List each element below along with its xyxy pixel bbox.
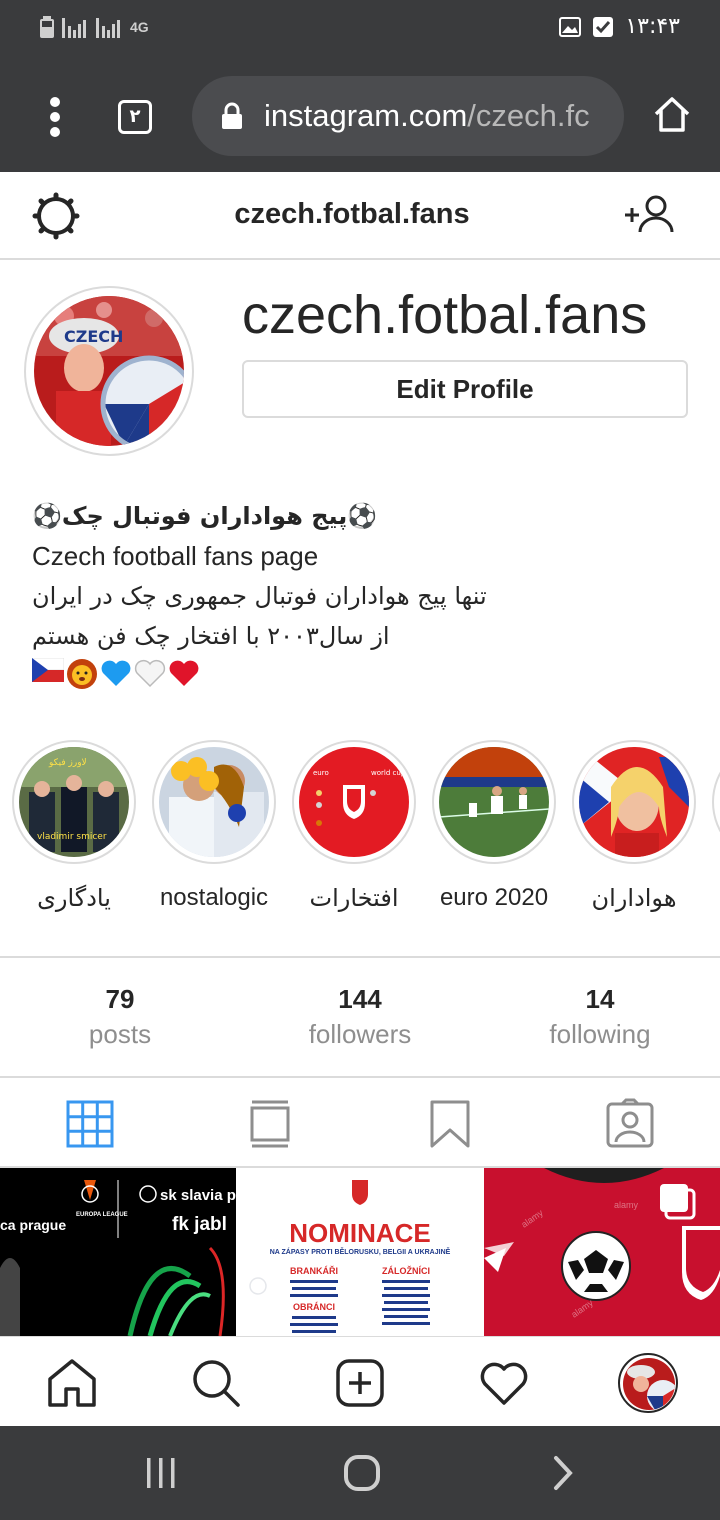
posts-stat[interactable]: 79 posts bbox=[0, 984, 240, 1050]
followers-label: followers bbox=[308, 1019, 412, 1049]
search-icon[interactable] bbox=[190, 1357, 242, 1409]
edit-profile-button[interactable]: Edit Profile bbox=[242, 360, 688, 418]
status-bar: 4G ۱۳:۴۳ bbox=[0, 0, 720, 62]
network-type: 4G bbox=[130, 19, 149, 35]
post-heading: ZÁLOŽNÍCI bbox=[382, 1265, 430, 1276]
svg-text:alamy: alamy bbox=[614, 1200, 639, 1210]
profile-tab-avatar[interactable] bbox=[618, 1353, 678, 1413]
back-chevron-icon[interactable] bbox=[550, 1454, 576, 1492]
page-title: czech.fotbal.fans bbox=[234, 198, 470, 230]
followers-stat[interactable]: 144 followers bbox=[240, 984, 480, 1050]
post-text: fk jabl bbox=[172, 1214, 227, 1235]
posts-grid: ca prague EUROPA LEAGUE sk slavia p fk j… bbox=[0, 1168, 720, 1336]
highlight-label: euro 2020 bbox=[439, 884, 549, 911]
highlight-cover: euro world cup bbox=[299, 747, 409, 857]
highlight-label: یادگاری bbox=[37, 885, 111, 912]
czech-flag-icon bbox=[32, 658, 64, 682]
feed-icon[interactable] bbox=[244, 1098, 296, 1150]
highlight-havadaran[interactable]: هواداران bbox=[572, 740, 696, 913]
highlight-cover: لاورز فیکو vladimir smicer bbox=[19, 747, 129, 857]
clock: ۱۳:۴۳ bbox=[625, 14, 680, 39]
bio-emoji-row bbox=[32, 658, 692, 690]
posts-count: 79 bbox=[105, 984, 135, 1014]
bio-line-2: Czech football fans page bbox=[32, 541, 319, 571]
lock-icon bbox=[222, 102, 242, 129]
following-count: 14 bbox=[585, 984, 615, 1014]
gallery-icon bbox=[559, 16, 582, 37]
blue-heart-icon bbox=[101, 660, 131, 686]
highlight-eftekharat[interactable]: euro world cup افتخارات bbox=[292, 740, 416, 913]
checkbox-icon bbox=[593, 16, 614, 37]
post-heading: OBRÁNCI bbox=[293, 1302, 335, 1312]
bio-line-3: تنها پیج هواداران فوتبال جمهوری چک در ای… bbox=[32, 582, 487, 610]
highlight-caption: vladimir smicer bbox=[37, 832, 107, 842]
profile-avatar[interactable]: CZECH bbox=[24, 286, 194, 456]
story-highlights: لاورز فیکو vladimir smicer یادگاری nosta… bbox=[0, 740, 720, 920]
signal-icon bbox=[62, 18, 86, 38]
grid-icon[interactable] bbox=[64, 1098, 116, 1150]
post-heading: BRANKÁŘI bbox=[290, 1265, 338, 1276]
bottom-navigation bbox=[0, 1336, 720, 1426]
grid-post[interactable]: alamy alamy alamy bbox=[484, 1168, 720, 1336]
following-stat[interactable]: 14 following bbox=[480, 984, 720, 1050]
system-home-icon[interactable] bbox=[343, 1454, 381, 1492]
recent-apps-icon[interactable] bbox=[144, 1456, 178, 1490]
highlight-label: هواداران bbox=[591, 885, 677, 912]
highlight-label: nostalogic bbox=[159, 884, 269, 911]
bookmark-icon[interactable] bbox=[424, 1098, 476, 1150]
url-host: instagram.com bbox=[264, 98, 468, 133]
highlight-caption-left: euro bbox=[313, 769, 329, 777]
profile-stats: 79 posts 144 followers 14 following bbox=[0, 956, 720, 1078]
grid-post[interactable]: ca prague EUROPA LEAGUE sk slavia p fk j… bbox=[0, 1168, 236, 1336]
highlight-caption-fa: لاورز فیکو bbox=[48, 758, 87, 768]
following-label: following bbox=[549, 1019, 651, 1049]
add-user-icon[interactable] bbox=[622, 194, 674, 234]
post-subtitle: NA ZÁPASY PROTI BĚLORUSKU, BELGII A UKRA… bbox=[270, 1247, 451, 1256]
profile-header: czech.fotbal.fans bbox=[0, 172, 720, 260]
lion-icon bbox=[67, 659, 97, 689]
svg-text:CZECH: CZECH bbox=[64, 327, 123, 346]
post-title: NOMINACE bbox=[289, 1218, 431, 1248]
home-icon[interactable] bbox=[46, 1357, 98, 1409]
tab-switcher-button[interactable]: ۲ bbox=[118, 100, 152, 134]
posts-label: posts bbox=[88, 1019, 152, 1049]
highlight-label: افتخارات bbox=[309, 885, 399, 912]
profile-username: czech.fotbal.fans bbox=[242, 285, 648, 345]
url-text: instagram.com/czech.fc bbox=[264, 98, 590, 134]
profile-bio: ⚽پیج هواداران فوتبال چک⚽ Czech football … bbox=[32, 496, 692, 690]
post-logo: EUROPA LEAGUE bbox=[76, 1212, 128, 1218]
highlight-cover bbox=[159, 747, 269, 857]
highlight-caption-right: world cup bbox=[371, 769, 406, 777]
grid-post[interactable]: NOMINACE NA ZÁPASY PROTI BĚLORUSKU, BELG… bbox=[236, 1168, 484, 1336]
address-bar[interactable]: instagram.com/czech.fc bbox=[192, 76, 624, 156]
post-text: ca prague bbox=[0, 1217, 66, 1233]
highlight-yadegari[interactable]: لاورز فیکو vladimir smicer یادگاری bbox=[12, 740, 136, 913]
highlight-nostalogic[interactable]: nostalogic bbox=[152, 740, 276, 912]
home-icon[interactable] bbox=[652, 94, 692, 134]
red-heart-icon bbox=[169, 660, 199, 686]
highlight-cover bbox=[439, 747, 549, 857]
content-tabs bbox=[0, 1078, 720, 1168]
avatar: CZECH bbox=[34, 296, 184, 446]
system-navigation-bar bbox=[0, 1426, 720, 1520]
bio-line-4: از سال۲۰۰۳ با افتخار چک فن هستم bbox=[32, 622, 390, 650]
white-heart-icon bbox=[134, 659, 166, 688]
bio-line-1: ⚽پیج هواداران فوتبال چک⚽ bbox=[32, 502, 378, 530]
highlight-partial[interactable] bbox=[712, 740, 720, 864]
more-options-icon[interactable] bbox=[40, 92, 70, 142]
url-path: /czech.fc bbox=[467, 98, 590, 133]
post-text: sk slavia p bbox=[160, 1187, 236, 1204]
tagged-icon[interactable] bbox=[604, 1098, 656, 1150]
signal-icon-2 bbox=[96, 18, 120, 38]
highlight-cover bbox=[579, 747, 689, 857]
battery-icon bbox=[40, 16, 54, 38]
heart-icon[interactable] bbox=[478, 1357, 530, 1409]
followers-count: 144 bbox=[338, 984, 382, 1014]
avatar bbox=[623, 1358, 675, 1410]
browser-toolbar: ۲ instagram.com/czech.fc bbox=[0, 62, 720, 172]
highlight-euro-2020[interactable]: euro 2020 bbox=[432, 740, 556, 912]
new-post-icon[interactable] bbox=[334, 1357, 386, 1409]
